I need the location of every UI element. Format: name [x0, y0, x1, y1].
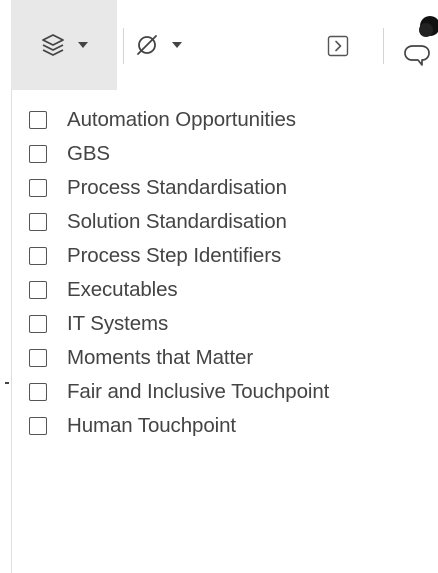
- layer-option-label: IT Systems: [67, 312, 169, 335]
- layer-option-label: Executables: [67, 278, 178, 301]
- checkbox[interactable]: [29, 247, 47, 265]
- background-edge-mark: [5, 382, 9, 384]
- layer-option-moments-that-matter[interactable]: Moments that Matter: [29, 341, 253, 375]
- layer-option-label: Moments that Matter: [67, 346, 254, 369]
- toolbar-divider: [383, 28, 384, 64]
- chevron-down-icon: [172, 42, 182, 48]
- layer-option-label: GBS: [67, 142, 110, 165]
- layers-dropdown-button[interactable]: [11, 0, 117, 90]
- layer-option-solution-standardisation[interactable]: Solution Standardisation: [29, 205, 287, 239]
- panel-expand-icon: [327, 35, 349, 61]
- panel-expand-button[interactable]: [327, 35, 349, 57]
- comment-icon: [401, 16, 438, 66]
- layer-option-label: Automation Opportunities: [67, 108, 296, 131]
- filter-off-icon: [134, 32, 160, 58]
- layer-option-fair-and-inclusive-touchpoint[interactable]: Fair and Inclusive Touchpoint: [29, 375, 329, 409]
- layer-option-label: Process Step Identifiers: [67, 244, 282, 267]
- checkbox[interactable]: [29, 281, 47, 299]
- layer-option-it-systems[interactable]: IT Systems: [29, 307, 168, 341]
- layer-option-label: Process Standardisation: [67, 176, 287, 199]
- layer-option-executables[interactable]: Executables: [29, 273, 178, 307]
- layers-icon: [40, 32, 66, 58]
- layer-option-label: Fair and Inclusive Touchpoint: [67, 380, 330, 403]
- layer-option-automation-opportunities[interactable]: Automation Opportunities: [29, 103, 296, 137]
- layer-option-label: Solution Standardisation: [67, 210, 287, 233]
- layer-option-process-standardisation[interactable]: Process Standardisation: [29, 171, 287, 205]
- comment-button[interactable]: [401, 16, 438, 66]
- layer-option-label: Human Touchpoint: [67, 414, 236, 437]
- layer-option-process-step-identifiers[interactable]: Process Step Identifiers: [29, 239, 281, 273]
- checkbox[interactable]: [29, 383, 47, 401]
- checkbox[interactable]: [29, 315, 47, 333]
- checkbox[interactable]: [29, 213, 47, 231]
- checkbox[interactable]: [29, 417, 47, 435]
- checkbox[interactable]: [29, 111, 47, 129]
- checkbox[interactable]: [29, 179, 47, 197]
- layer-option-gbs[interactable]: GBS: [29, 137, 110, 171]
- layers-dropdown-menu: Automation Opportunities GBS Process Sta…: [11, 90, 438, 573]
- filter-dropdown-button[interactable]: [118, 0, 198, 90]
- checkbox[interactable]: [29, 349, 47, 367]
- chevron-down-icon: [78, 42, 88, 48]
- layer-option-human-touchpoint[interactable]: Human Touchpoint: [29, 409, 236, 443]
- checkbox[interactable]: [29, 145, 47, 163]
- toolbar: [0, 0, 438, 90]
